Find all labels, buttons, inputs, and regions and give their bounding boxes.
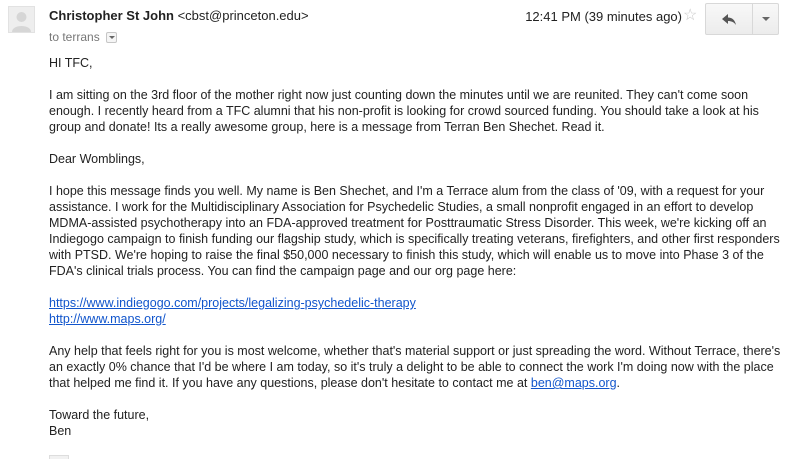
salutation: Dear Womblings, — [49, 152, 145, 166]
paragraph-thanks-text: Any help that feels right for you is mos… — [49, 344, 781, 390]
reply-button[interactable] — [705, 3, 753, 35]
default-person-avatar-icon — [9, 7, 34, 32]
chevron-down-icon — [761, 17, 770, 21]
recipients-label: to terrans — [49, 30, 100, 44]
reply-arrow-icon — [722, 13, 736, 25]
more-actions-button[interactable] — [753, 3, 779, 35]
sender-name[interactable]: Christopher St John — [49, 8, 174, 23]
indiegogo-link[interactable]: https://www.indiegogo.com/projects/legal… — [49, 295, 784, 311]
maps-link[interactable]: http://www.maps.org/ — [49, 311, 784, 327]
signature: Ben — [49, 424, 72, 438]
show-trimmed-content-button[interactable] — [49, 455, 69, 459]
star-icon[interactable]: ☆ — [683, 7, 697, 25]
email-message: Christopher St John <cbst@princeton.edu>… — [0, 0, 791, 459]
closing-line: Toward the future, — [49, 408, 150, 422]
sender-email: <cbst@princeton.edu> — [177, 8, 309, 23]
greeting: HI TFC, — [49, 56, 93, 70]
message-body: HI TFC, I am sitting on the 3rd floor of… — [49, 55, 784, 439]
recipients-line: to terrans — [49, 29, 117, 45]
show-details-dropdown[interactable] — [105, 31, 117, 43]
email-suffix: . — [616, 376, 621, 390]
sender-line: Christopher St John <cbst@princeton.edu> — [49, 8, 309, 24]
sender-avatar[interactable] — [8, 6, 35, 33]
intro-paragraph: I am sitting on the 3rd floor of the mot… — [49, 88, 759, 134]
links-block: https://www.indiegogo.com/projects/legal… — [49, 295, 784, 327]
paragraph-thanks: Any help that feels right for you is mos… — [49, 343, 784, 391]
paragraph-request: I hope this message finds you well. My n… — [49, 184, 780, 278]
message-timestamp: 12:41 PM (39 minutes ago) — [525, 9, 682, 24]
email-link[interactable]: ben@maps.org — [531, 376, 617, 390]
message-actions — [705, 3, 779, 35]
